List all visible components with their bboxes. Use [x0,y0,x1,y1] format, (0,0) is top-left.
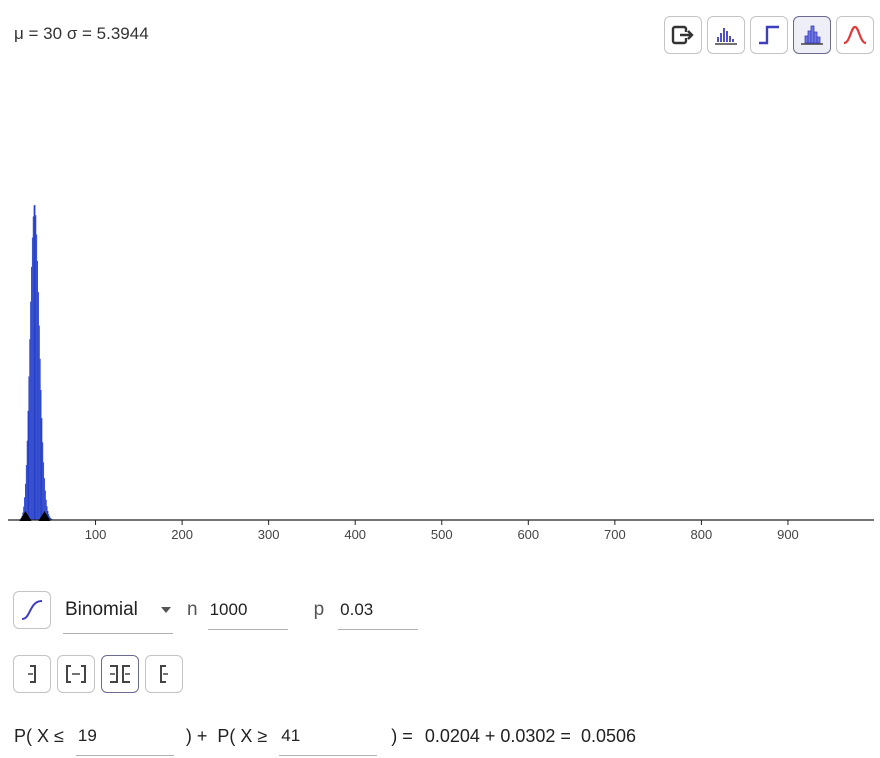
histogram-bar [25,465,27,520]
histogram-icon [801,25,823,45]
histogram-bar [28,376,30,520]
right-sided-button[interactable] [145,655,183,693]
prob-result: 0.0204 + 0.0302 = 0.0506 [424,725,637,746]
left-bound-input[interactable]: 19 [75,716,174,756]
mean-label: μ = 30 [14,24,63,43]
histogram-bar [35,215,37,520]
left-sided-icon [28,665,36,683]
p-label: p [313,599,325,620]
histogram-button[interactable] [793,16,831,54]
x-tick-label: 600 [517,527,539,542]
histogram-bar [36,234,38,520]
step-graph-icon [759,25,779,45]
distribution-graph[interactable]: 100 200 300 400 500 600 700 800 900 [0,190,880,560]
normal-overlay-icon [843,25,867,45]
histogram-bar [30,301,32,520]
x-tick-label: 900 [777,527,799,542]
bar-graph-button[interactable] [707,16,745,54]
normal-overlay-button[interactable] [836,16,874,54]
x-tick-label: 400 [344,527,366,542]
view-toolbar [664,16,874,54]
histogram-bar [43,462,45,520]
histogram-bar [32,216,34,520]
right-bound-input[interactable]: 41 [279,716,378,756]
prob-mid-text: ) + P( X ≥ [185,725,268,746]
two-tailed-icon [110,665,130,683]
sd-label: σ = 5.3944 [66,24,149,43]
x-tick-label: 500 [431,527,453,542]
x-tick-label: 200 [171,527,193,542]
histogram-bar [39,358,41,520]
right-sided-icon [160,665,168,683]
histogram-bar [29,339,31,520]
p-input[interactable]: 0.03 [338,590,419,630]
distribution-selected: Binomial [65,598,138,620]
interval-icon [66,665,86,683]
step-graph-button[interactable] [750,16,788,54]
histogram-bar [27,410,29,520]
two-tailed-button[interactable] [101,655,139,693]
histogram-bar [42,442,44,520]
interval-button[interactable] [57,655,95,693]
histogram-bar [34,205,36,520]
histogram-bar [31,237,33,520]
histogram-bar [37,292,39,520]
distribution-stats: μ = 30 σ = 5.3944 [14,24,149,44]
n-label: n [187,599,198,620]
prob-left-prefix: P( X ≤ [14,725,64,746]
distribution-controls: Binomial n 1000 p 0.03 [13,585,419,635]
export-icon [671,25,694,45]
x-tick-label: 700 [604,527,626,542]
histogram-bar [26,440,28,520]
export-button[interactable] [664,16,702,54]
distribution-dropdown[interactable]: Binomial [63,586,173,634]
x-tick-label: 100 [85,527,107,542]
histogram-bar [41,418,43,520]
histogram-bar [38,325,40,520]
cumulative-toggle-button[interactable] [13,591,51,629]
histogram-bar [31,266,32,520]
cdf-curve-icon [21,600,43,620]
x-tick-label: 800 [691,527,713,542]
prob-equals: ) = [391,725,413,746]
x-tick-label: 300 [258,527,280,542]
histogram-bar [33,205,35,520]
bar-graph-icon [715,28,737,45]
histogram-bar [40,390,42,520]
probability-row: P( X ≤ 19 ) + P( X ≥ 41 ) = 0.0204 + 0.0… [14,716,636,756]
interval-type-buttons [13,655,183,693]
chevron-down-icon [161,606,171,613]
left-sided-button[interactable] [13,655,51,693]
n-input[interactable]: 1000 [207,590,288,630]
histogram-bar [37,260,38,520]
